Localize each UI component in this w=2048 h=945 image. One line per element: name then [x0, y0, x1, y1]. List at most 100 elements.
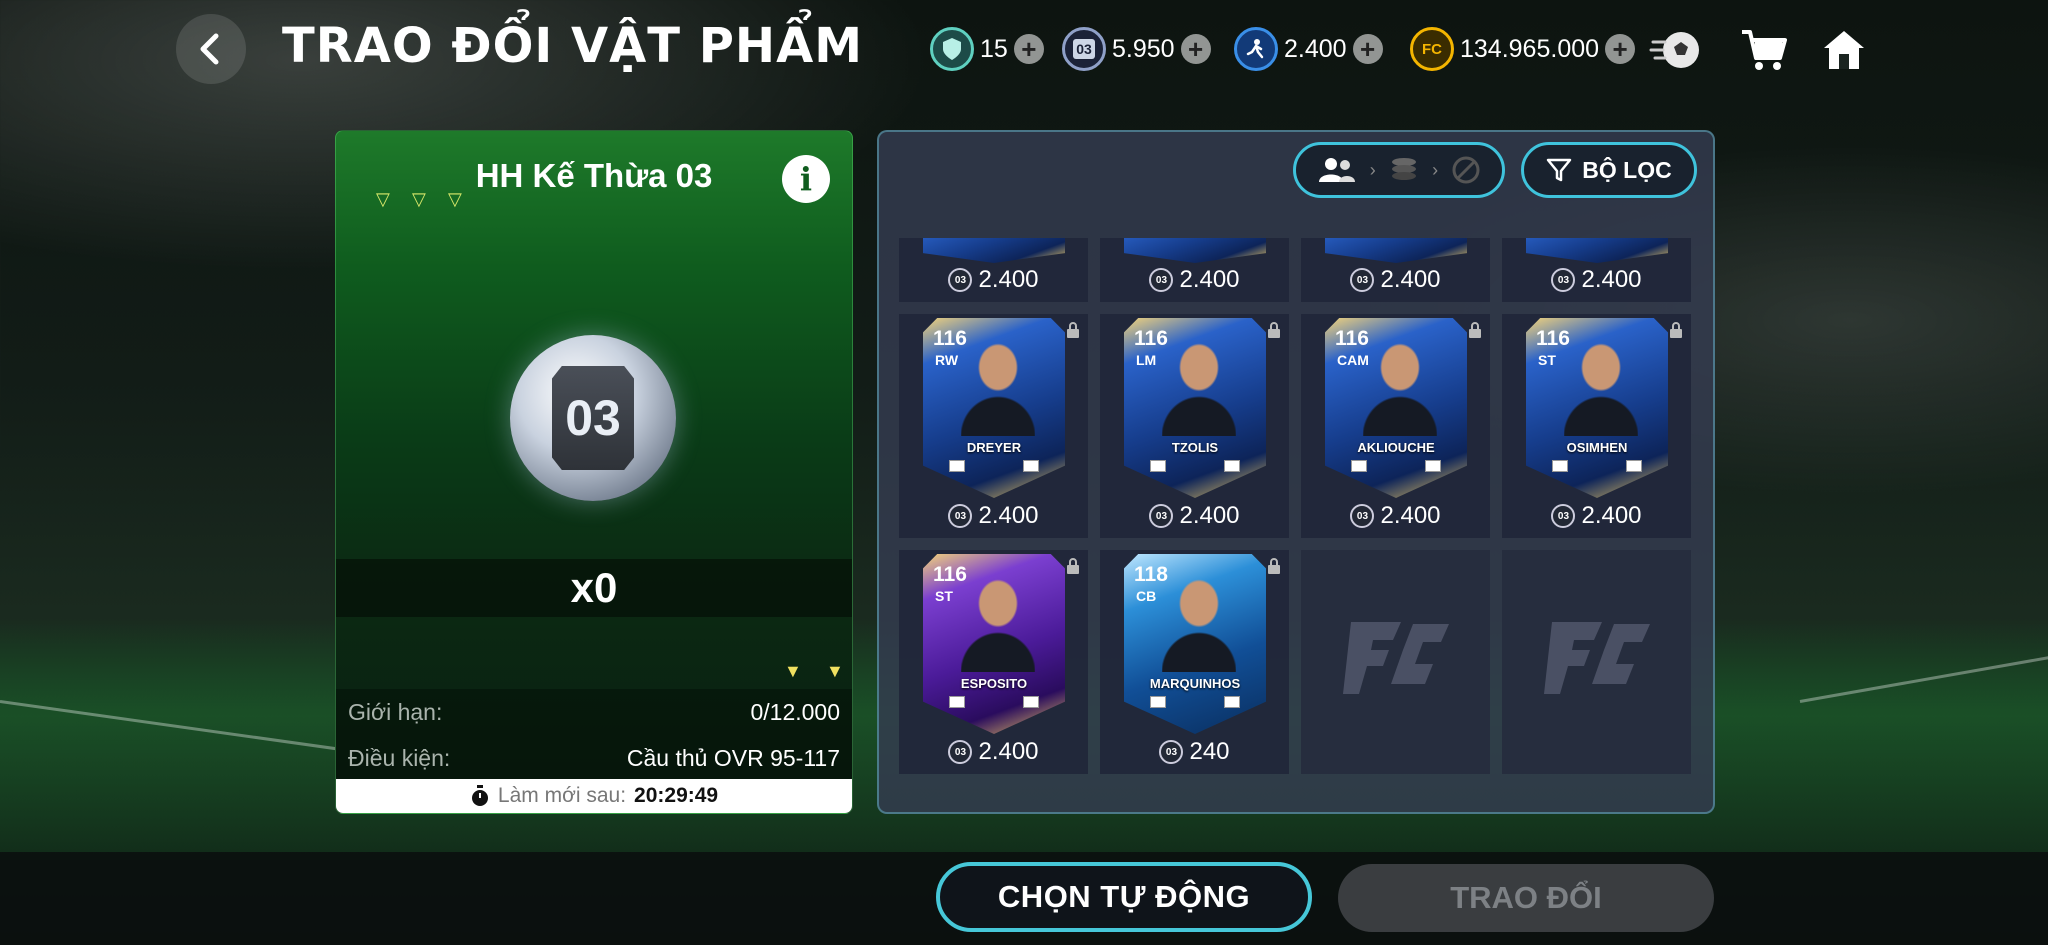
card-slot-esposito[interactable]: 116 ST ESPOSITO 03 2.400 [899, 550, 1088, 774]
card-flags [1150, 696, 1240, 708]
filter-path[interactable]: › › [1293, 142, 1505, 198]
token-03-icon: 03 [1350, 268, 1375, 292]
token-03-icon: 03 [1159, 740, 1184, 764]
card-flags [949, 460, 1039, 472]
card-flags [1552, 460, 1642, 472]
card-flags [1351, 460, 1441, 472]
shield-icon [930, 27, 974, 71]
fc-coin-icon: FC [1410, 27, 1454, 71]
chevron-right-icon: › [1432, 159, 1439, 180]
card-slot[interactable]: 03 2.400 [1502, 238, 1691, 302]
condition-label: Điều kiện: [348, 744, 451, 771]
card-slot[interactable]: 03 2.400 [1301, 238, 1490, 302]
card-player-name: MARQUINHOS [1149, 676, 1241, 691]
flag-icon [1351, 460, 1367, 472]
limit-value: 0/12.000 [750, 698, 840, 725]
currency-fc-coin: FC 134.965.000 + [1410, 26, 1636, 72]
card-player-name: ESPOSITO [960, 676, 1028, 691]
triangle-icon: ▽ [412, 189, 426, 209]
add-fc-coin-button[interactable]: + [1605, 34, 1636, 64]
card-price: 03 2.400 [1301, 502, 1490, 530]
refresh-label: Làm mới sau: [497, 784, 627, 807]
flag-icon [1150, 460, 1166, 472]
info-icon[interactable]: i [782, 155, 830, 203]
add-03-token-button[interactable]: + [1180, 34, 1211, 64]
club-icon [1023, 460, 1039, 472]
card-grid: 03 2.400 03 2.400 03 2.400 03 2.400 116 RW D… [899, 238, 1699, 798]
offer-panel: HH Kế Thừa 03 i ▽ ▽ ▽ 03 x0 ▼ ▼ Giới hạn… [335, 130, 853, 814]
card-player-name: TZOLIS [1171, 440, 1219, 455]
card-slot-dreyer[interactable]: 116 RW DREYER 03 2.400 [899, 314, 1088, 538]
flag-icon [1552, 460, 1568, 472]
card-slot[interactable]: 03 2.400 [1100, 238, 1289, 302]
card-price: 03 2.400 [1502, 266, 1691, 294]
card-ovr: 116 [1335, 327, 1369, 350]
triangle-icon: ▽ [448, 189, 462, 209]
card-position: LM [1136, 352, 1157, 368]
token-03-icon: 03 [948, 504, 973, 528]
player-card: 116 RW DREYER [923, 318, 1065, 498]
fc-logo-icon [1544, 622, 1650, 694]
flag-icon [1150, 696, 1166, 708]
back-button[interactable] [176, 14, 246, 84]
card-flags [1150, 460, 1240, 472]
ball-icon[interactable] [1648, 22, 1704, 78]
fc-logo-icon [1343, 622, 1449, 694]
card-price: 03 2.400 [899, 266, 1088, 294]
add-shield-button[interactable]: + [1013, 34, 1044, 64]
currency-03-token: 03 5.950 + [1062, 26, 1211, 72]
club-icon [1023, 696, 1039, 708]
player-image [961, 574, 1035, 672]
player-image [961, 338, 1035, 436]
club-icon [1626, 460, 1642, 472]
disabled-icon [1452, 156, 1480, 184]
home-icon[interactable] [1816, 22, 1872, 78]
card-position: ST [1538, 352, 1556, 368]
card-slot[interactable]: 03 2.400 [899, 238, 1088, 302]
card-flags [949, 696, 1039, 708]
offer-quantity: x0 [336, 559, 852, 617]
lock-icon [1469, 322, 1481, 338]
card-player-name: OSIMHEN [1566, 440, 1628, 455]
condition-row: Điều kiện: Cầu thủ OVR 95-117 [336, 735, 852, 781]
card-position: CAM [1337, 352, 1369, 368]
price-value: 2.400 [1581, 502, 1642, 529]
player-image [1363, 338, 1437, 436]
token-03-icon: 03 [1350, 504, 1375, 528]
card-position: RW [935, 352, 959, 368]
player-card: 116 CAM AKLIOUCHE [1325, 318, 1467, 498]
token-03-icon: 03 [1149, 268, 1174, 292]
page-title: TRAO ĐỔI VẬT PHẨM [282, 18, 863, 74]
card-position: ST [935, 588, 953, 604]
cart-icon[interactable] [1736, 22, 1792, 78]
filter-button[interactable]: BỘ LỌC [1521, 142, 1697, 198]
card-slot-osimhen[interactable]: 116 ST OSIMHEN 03 2.400 [1502, 314, 1691, 538]
price-value: 2.400 [978, 738, 1039, 765]
card-slot-tzolis[interactable]: 116 LM TZOLIS 03 2.400 [1100, 314, 1289, 538]
token-03-icon: 03 [948, 268, 973, 292]
add-trade-token-button[interactable]: + [1352, 34, 1383, 64]
currency-value: 5.950 [1112, 34, 1175, 63]
flag-icon [949, 696, 965, 708]
card-price: 03 2.400 [899, 502, 1088, 530]
auto-select-button[interactable]: CHỌN TỰ ĐỘNG [936, 862, 1312, 932]
currency-value: 15 [980, 34, 1008, 63]
card-price: 03 2.400 [899, 738, 1088, 766]
price-value: 2.400 [1581, 266, 1642, 293]
card-slot-aklouche[interactable]: 116 CAM AKLIOUCHE 03 2.400 [1301, 314, 1490, 538]
player-card: 116 ST ESPOSITO [923, 554, 1065, 734]
card-slot-marquinhos[interactable]: 118 CB MARQUINHOS 03 240 [1100, 550, 1289, 774]
card-price: 03 240 [1100, 738, 1289, 766]
card-player-name: DREYER [966, 440, 1022, 455]
triangle-icon: ▼ [826, 661, 844, 681]
player-image [1564, 338, 1638, 436]
filter-label: BỘ LỌC [1582, 156, 1672, 183]
chevron-right-icon: › [1369, 159, 1376, 180]
price-value: 2.400 [1380, 266, 1441, 293]
card-ovr: 118 [1134, 563, 1168, 586]
offer-coin-icon: 03 [510, 335, 676, 501]
refresh-timer: Làm mới sau: 20:29:49 [336, 779, 852, 813]
lock-icon [1268, 322, 1280, 338]
price-value: 2.400 [978, 266, 1039, 293]
trade-button[interactable]: TRAO ĐỔI [1338, 864, 1714, 932]
